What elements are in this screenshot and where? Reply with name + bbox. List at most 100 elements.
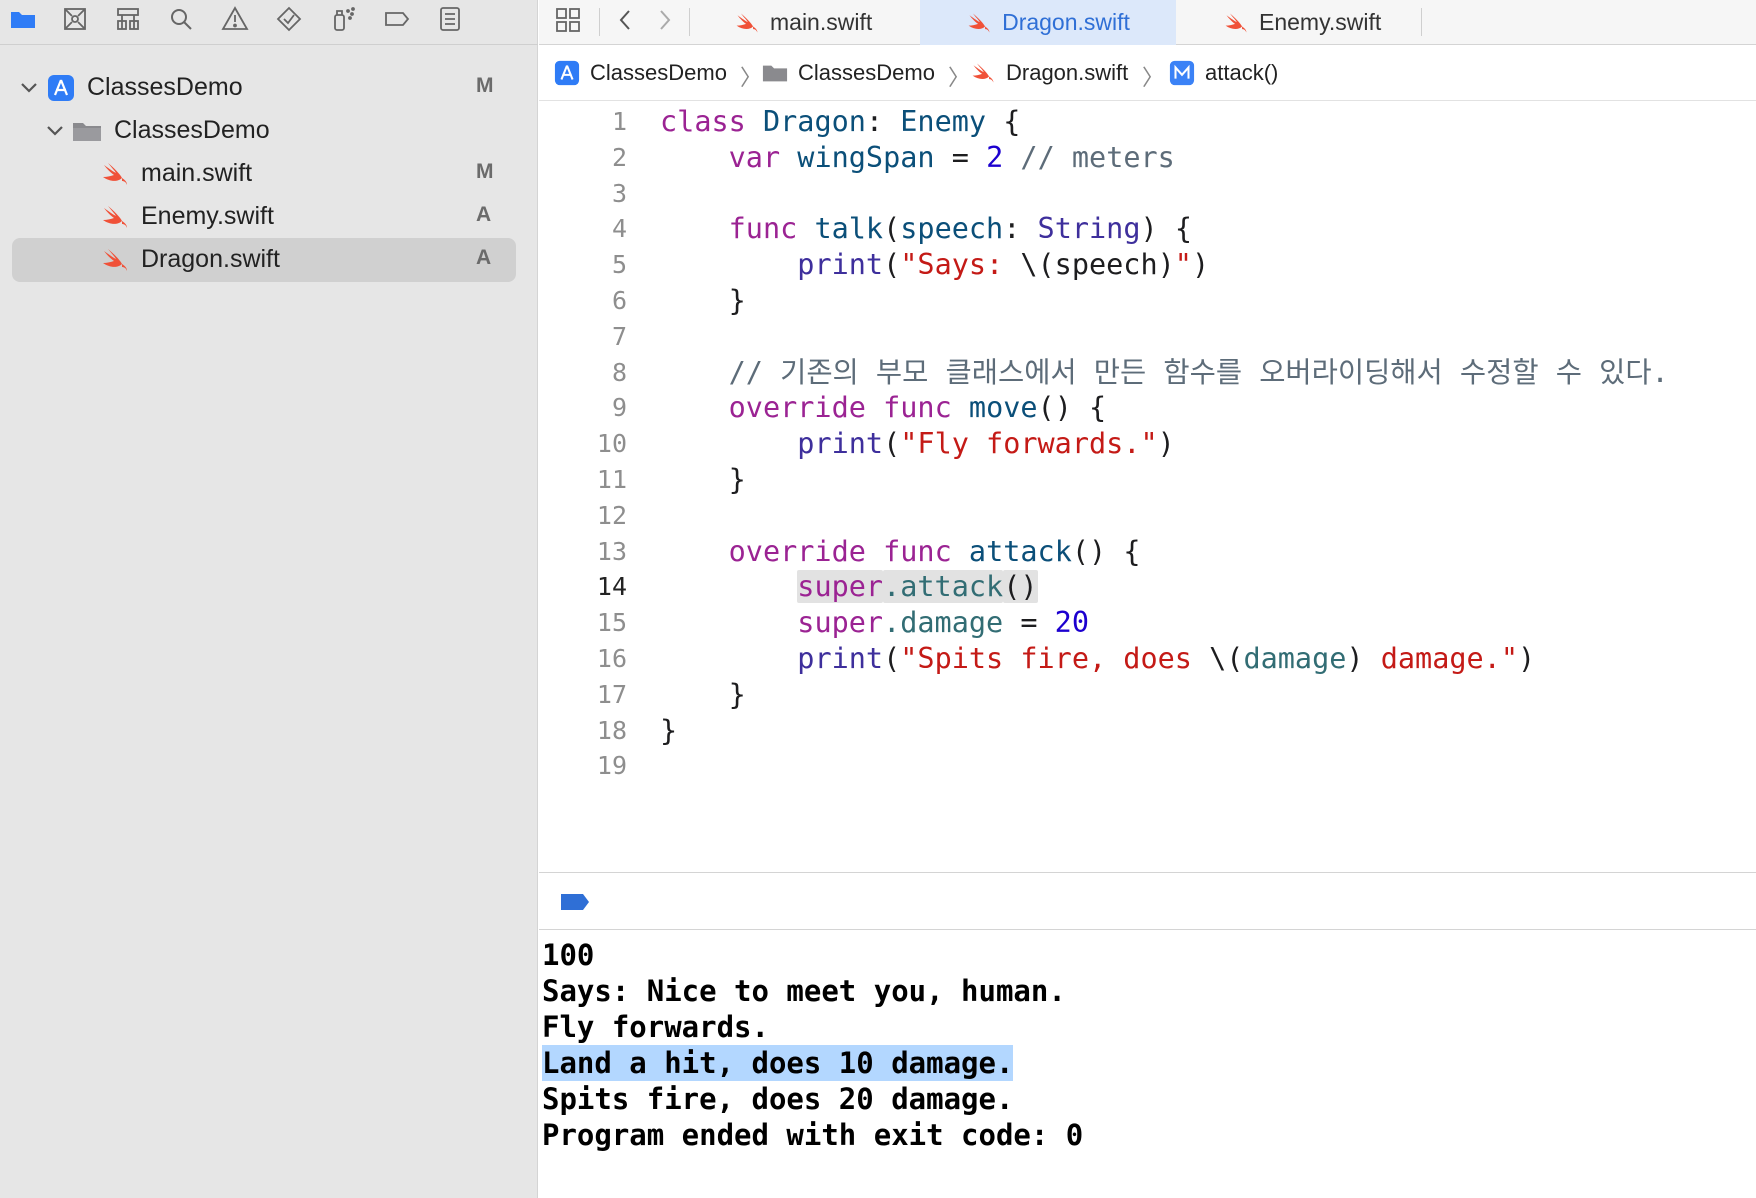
code-token: class — [660, 105, 746, 138]
code-token: .damage — [883, 606, 1004, 640]
code-token: () { — [1071, 534, 1141, 568]
project-navigator: ClassesDemo M ClassesDemo main.swift M E… — [0, 0, 538, 1198]
code-line[interactable]: 1 class Dragon: Enemy { — [539, 102, 1756, 142]
tree-item-main-swift[interactable]: main.swift M — [12, 152, 516, 196]
divider — [1421, 8, 1422, 36]
line-number: 12 — [596, 500, 627, 530]
code-line[interactable]: 4 func talk(speech: String) { — [539, 209, 1756, 249]
breadcrumb-group[interactable]: ClassesDemo — [762, 58, 935, 88]
tree-item-label: Dragon.swift — [141, 245, 280, 273]
code-line[interactable]: 3 — [539, 174, 1756, 214]
code-line[interactable]: 12 — [539, 496, 1756, 536]
code-token: } — [660, 713, 678, 747]
source-editor[interactable]: 1 class Dragon: Enemy {2 var wingSpan = 2… — [539, 102, 1756, 872]
code-line[interactable]: 2 var wingSpan = 2 // meters — [539, 138, 1756, 178]
code-line[interactable]: 19 — [539, 746, 1756, 786]
code-token: super — [797, 606, 884, 640]
code-token: ) — [1191, 248, 1210, 282]
debug-console[interactable]: 100 Says: Nice to meet you, human. Fly for… — [539, 931, 1756, 1198]
line-number: 13 — [596, 536, 627, 566]
code-token: = — [1003, 606, 1055, 640]
tree-item-label: Enemy.swift — [141, 202, 274, 230]
chevron-right-icon: 〉 — [948, 65, 971, 90]
tab-label: Dragon.swift — [1002, 9, 1130, 35]
code-token: // 기존의 부모 클래스에서 만든 함수를 오버라이딩해서 수정할 수 있다. — [728, 355, 1669, 389]
breadcrumb-label: Dragon.swift — [1006, 60, 1129, 85]
chevron-down-icon[interactable] — [44, 119, 66, 141]
code-token: } — [660, 284, 746, 317]
test-diamond-icon[interactable] — [272, 2, 306, 36]
chevron-right-icon: 〉 — [740, 65, 763, 90]
code-token: var — [728, 140, 781, 174]
code-line[interactable]: 5 print("Says: \(speech)") — [539, 245, 1756, 285]
line-number: 17 — [596, 679, 627, 709]
tab-dragon-swift[interactable]: Dragon.swift — [920, 0, 1176, 45]
tree-item-enemy-swift[interactable]: Enemy.swift A — [12, 195, 516, 239]
swift-file-icon — [100, 246, 130, 274]
code-line[interactable]: 11 } — [539, 460, 1756, 500]
code-text: print("Fly forwards.") — [660, 424, 1175, 464]
breadcrumb-project[interactable]: ClassesDemo — [554, 58, 727, 88]
back-chevron-icon[interactable] — [609, 3, 643, 37]
code-token: { — [986, 105, 1021, 138]
chevron-down-icon[interactable] — [18, 76, 40, 98]
symbol-hierarchy-icon[interactable] — [111, 2, 145, 36]
code-text: super.attack() — [660, 567, 1038, 607]
tree-item-group[interactable]: ClassesDemo — [12, 109, 516, 153]
code-line[interactable]: 15 super.damage = 20 — [539, 603, 1756, 643]
report-list-icon[interactable] — [433, 2, 467, 36]
code-text: func talk(speech: String) { — [660, 209, 1192, 249]
line-number: 16 — [596, 644, 627, 673]
tree-item-project[interactable]: ClassesDemo M — [12, 66, 516, 110]
tab-enemy-swift[interactable]: Enemy.swift — [1223, 0, 1503, 45]
code-line[interactable]: 14 super.attack() — [539, 567, 1756, 607]
code-line[interactable]: 6 } — [539, 281, 1756, 321]
code-line[interactable]: 8 // 기존의 부모 클래스에서 만든 함수를 오버라이딩해서 수정할 수 있… — [539, 353, 1756, 393]
line-number: 15 — [596, 608, 627, 638]
code-token: ( — [883, 427, 901, 461]
line-number: 14 — [596, 572, 627, 602]
code-line[interactable]: 16 print("Spits fire, does \(damage) dam… — [539, 639, 1756, 679]
folder-icon — [762, 65, 788, 82]
forward-chevron-icon[interactable] — [647, 3, 681, 37]
code-line[interactable]: 17 } — [539, 675, 1756, 715]
warning-icon[interactable] — [218, 2, 252, 36]
code-token: = — [934, 140, 987, 174]
code-line[interactable]: 18} — [539, 711, 1756, 751]
breakpoint-toggle-icon[interactable] — [559, 893, 591, 911]
code-text: print("Spits fire, does \(damage) damage… — [660, 639, 1535, 679]
jump-bar-breadcrumb: ClassesDemo 〉 ClassesDemo 〉 Dragon.swift… — [539, 46, 1756, 101]
code-token: " — [1174, 248, 1192, 282]
code-token: "Says: — [900, 248, 1021, 282]
code-token: Enemy — [900, 105, 987, 138]
breakpoint-tag-icon[interactable] — [380, 2, 414, 36]
divider — [599, 8, 600, 36]
code-line[interactable]: 7 — [539, 317, 1756, 357]
folder-icon[interactable] — [6, 2, 40, 36]
console-output-line: Land a hit, does 10 damage. — [542, 1045, 1014, 1081]
breadcrumb-file[interactable]: Dragon.swift — [970, 58, 1128, 88]
code-token: attack — [968, 534, 1072, 568]
code-token: \( — [1209, 642, 1244, 675]
search-icon[interactable] — [164, 2, 198, 36]
code-token: "Fly forwards." — [900, 427, 1158, 461]
code-line[interactable]: 13 override func attack() { — [539, 532, 1756, 572]
scm-status-badge: A — [476, 203, 492, 226]
code-line[interactable]: 9 override func move() { — [539, 388, 1756, 428]
code-line[interactable]: 10 print("Fly forwards.") — [539, 424, 1756, 464]
tree-item-dragon-swift[interactable]: Dragon.swift A — [12, 238, 516, 282]
breadcrumb-label: ClassesDemo — [798, 60, 935, 85]
line-number: 10 — [596, 429, 627, 459]
line-number: 4 — [611, 214, 627, 244]
code-token: "Spits fire, does — [900, 642, 1210, 675]
debug-spray-icon[interactable] — [326, 2, 360, 36]
source-control-icon[interactable] — [58, 2, 92, 36]
code-text: // 기존의 부모 클래스에서 만든 함수를 오버라이딩해서 수정할 수 있다. — [660, 353, 1669, 393]
breadcrumb-symbol[interactable]: attack() — [1169, 58, 1278, 88]
related-items-grid-icon[interactable] — [551, 3, 585, 37]
